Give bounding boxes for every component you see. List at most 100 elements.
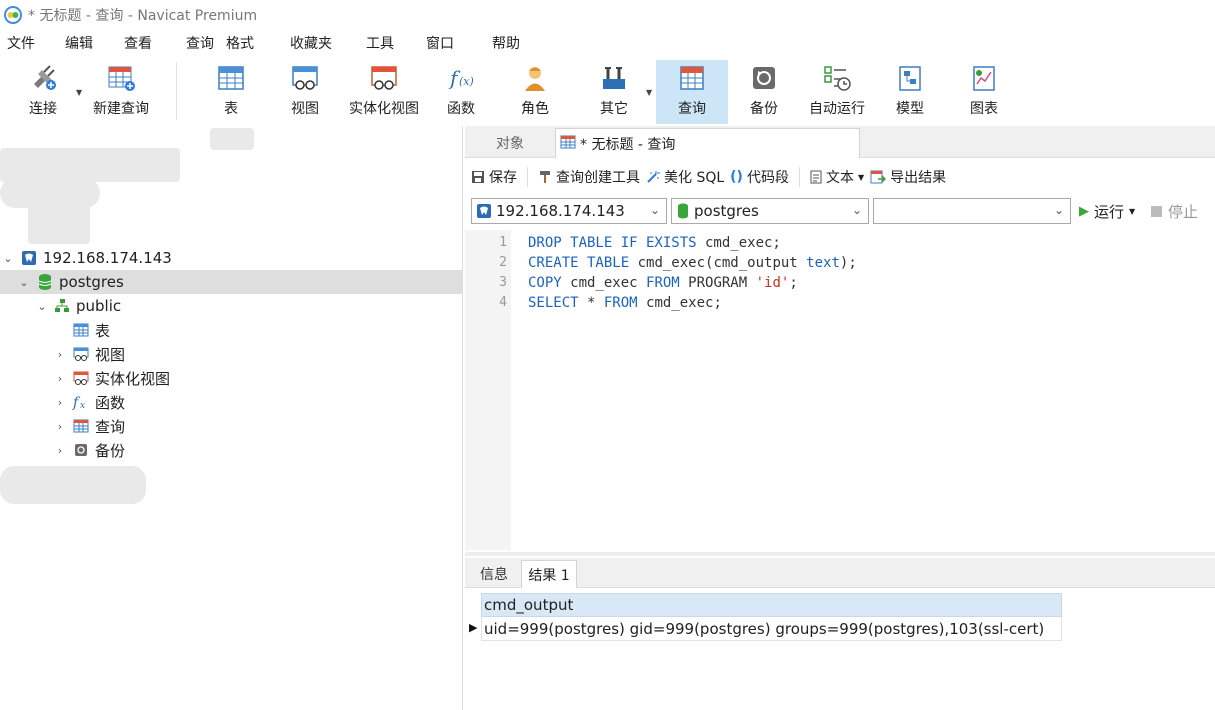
tree-item-label: 函数: [95, 393, 126, 412]
text-button[interactable]: 文本 ▼: [810, 167, 864, 187]
query-icon: [560, 135, 576, 153]
chevron-down-icon[interactable]: ⌄: [18, 276, 30, 289]
navicat-logo-icon: [4, 6, 22, 24]
tree-item-queries[interactable]: › 查询: [0, 414, 463, 438]
chevron-down-icon: ⌄: [1053, 203, 1064, 217]
automation-icon: [824, 66, 851, 91]
connection-select[interactable]: 192.168.174.143 ⌄: [471, 198, 667, 224]
stop-button[interactable]: 停止: [1151, 201, 1198, 222]
code-snippet-button[interactable]: () 代码段: [730, 167, 789, 187]
tab-objects[interactable]: 对象: [465, 128, 555, 158]
chevron-down-icon[interactable]: ⌄: [2, 252, 14, 265]
connect-button[interactable]: 连接: [14, 60, 72, 124]
query-builder-button[interactable]: 查询创建工具: [538, 167, 640, 187]
navigation-pane: ⌄ 192.168.174.143 ⌄ postgres ⌄ public 表: [0, 126, 463, 710]
other-label: 其它: [600, 101, 628, 117]
chevron-right-icon[interactable]: ›: [54, 396, 66, 409]
title-bar: * 无标题 - 查询 - Navicat Premium: [0, 0, 1215, 30]
tab-query[interactable]: * 无标题 - 查询: [555, 128, 860, 158]
chevron-right-icon[interactable]: ›: [54, 348, 66, 361]
tree-item-tables[interactable]: 表: [0, 318, 463, 342]
backup-icon: [753, 67, 775, 89]
view-label: 视图: [291, 101, 319, 117]
postgresql-elephant-icon: [476, 203, 492, 219]
automation-button[interactable]: 自动运行: [804, 60, 870, 124]
materialized-view-button[interactable]: 实体化视图: [344, 60, 424, 124]
view-button[interactable]: 视图: [278, 60, 332, 124]
tree-item-backups[interactable]: › 备份: [0, 438, 463, 462]
sql-keyword: DROP TABLE IF EXISTS: [528, 235, 697, 251]
menu-view[interactable]: 查看: [124, 33, 152, 53]
code-line[interactable]: SELECT * FROM cmd_exec;: [528, 295, 722, 311]
other-button[interactable]: 其它: [588, 60, 640, 124]
backup-label: 备份: [750, 101, 778, 117]
table-button[interactable]: 表: [204, 60, 258, 124]
chevron-right-icon[interactable]: ›: [54, 372, 66, 385]
pane-splitter[interactable]: [465, 552, 1215, 556]
code-line[interactable]: CREATE TABLE cmd_exec(cmd_output text);: [528, 255, 857, 271]
menu-help[interactable]: 帮助: [492, 33, 520, 53]
sql-keyword: SELECT: [528, 295, 579, 311]
tree-item-views[interactable]: › 视图: [0, 342, 463, 366]
chevron-right-icon[interactable]: ›: [54, 444, 66, 457]
chart-icon: [973, 66, 995, 91]
role-button[interactable]: 角色: [508, 60, 562, 124]
query-editor-panel: 对象 * 无标题 - 查询 保存 查询创建工具 美化 SQL () 代码段 文本…: [465, 126, 1215, 710]
tab-result-1[interactable]: 结果 1: [521, 560, 577, 588]
save-button[interactable]: 保存: [471, 167, 517, 187]
tab-info[interactable]: 信息: [469, 560, 519, 588]
database-icon: [676, 203, 690, 219]
tree-item-materialized-views[interactable]: › 实体化视图: [0, 366, 463, 390]
model-button[interactable]: 模型: [884, 60, 936, 124]
toolbar-separator: [798, 167, 800, 187]
code-line[interactable]: COPY cmd_exec FROM PROGRAM 'id';: [528, 275, 798, 291]
backup-button[interactable]: 备份: [738, 60, 790, 124]
export-results-button[interactable]: 导出结果: [870, 167, 946, 187]
chart-button[interactable]: 图表: [958, 60, 1010, 124]
sql-text: cmd_exec: [561, 275, 647, 291]
menu-tools[interactable]: 工具: [366, 33, 394, 53]
line-number: 1: [499, 235, 507, 250]
text-label: 文本: [825, 170, 854, 186]
other-dropdown-icon[interactable]: ▼: [646, 88, 652, 97]
new-query-button[interactable]: 新建查询: [88, 60, 154, 124]
code-line[interactable]: DROP TABLE IF EXISTS cmd_exec;: [528, 235, 781, 251]
connect-label: 连接: [29, 101, 57, 117]
new-query-icon: [108, 66, 135, 91]
menu-edit[interactable]: 编辑: [65, 33, 93, 53]
table-row[interactable]: uid=999(postgres) gid=999(postgres) grou…: [481, 617, 1062, 641]
menu-window[interactable]: 窗口: [426, 33, 454, 53]
run-button[interactable]: ▶ 运行 ▼: [1079, 201, 1135, 222]
toolbar-separator: [527, 167, 528, 187]
save-icon: [471, 170, 485, 184]
query-icon: [72, 417, 90, 435]
database-select[interactable]: postgres ⌄: [671, 198, 869, 224]
function-button[interactable]: f (x) 函数: [436, 60, 486, 124]
query-toolbar: 保存 查询创建工具 美化 SQL () 代码段 文本 ▼ 导出结果: [465, 162, 1215, 192]
beautify-sql-button[interactable]: 美化 SQL: [646, 167, 724, 187]
menu-file[interactable]: 文件: [7, 33, 35, 53]
run-label: 运行: [1094, 203, 1125, 221]
table-icon: [72, 321, 90, 339]
menu-format[interactable]: 格式: [226, 33, 254, 53]
tree-database[interactable]: ⌄ postgres: [0, 270, 463, 294]
function-label: 函数: [447, 101, 475, 117]
automation-label: 自动运行: [809, 101, 865, 117]
view-icon: [292, 66, 318, 90]
sql-editor[interactable]: 1 2 3 4 DROP TABLE IF EXISTS cmd_exec; CREAT…: [465, 230, 1215, 550]
query-button[interactable]: 查询: [656, 60, 728, 124]
tree-connection[interactable]: ⌄ 192.168.174.143: [0, 246, 463, 270]
column-header-cmd-output[interactable]: cmd_output: [481, 593, 1062, 617]
sql-keyword: CREATE TABLE: [528, 255, 630, 271]
tree-item-functions[interactable]: › fx 函数: [0, 390, 463, 414]
menu-query[interactable]: 查询: [186, 33, 214, 53]
schema-select[interactable]: ⌄: [873, 198, 1071, 224]
connect-dropdown-icon[interactable]: ▼: [76, 88, 82, 97]
menu-favorites[interactable]: 收藏夹: [290, 33, 332, 53]
chevron-down-icon[interactable]: ⌄: [36, 300, 48, 313]
tree-schema[interactable]: ⌄ public: [0, 294, 463, 318]
materialized-view-icon: [371, 66, 397, 90]
chevron-right-icon[interactable]: ›: [54, 420, 66, 433]
database-icon: [36, 273, 54, 291]
sql-text: cmd_exec;: [696, 235, 781, 251]
